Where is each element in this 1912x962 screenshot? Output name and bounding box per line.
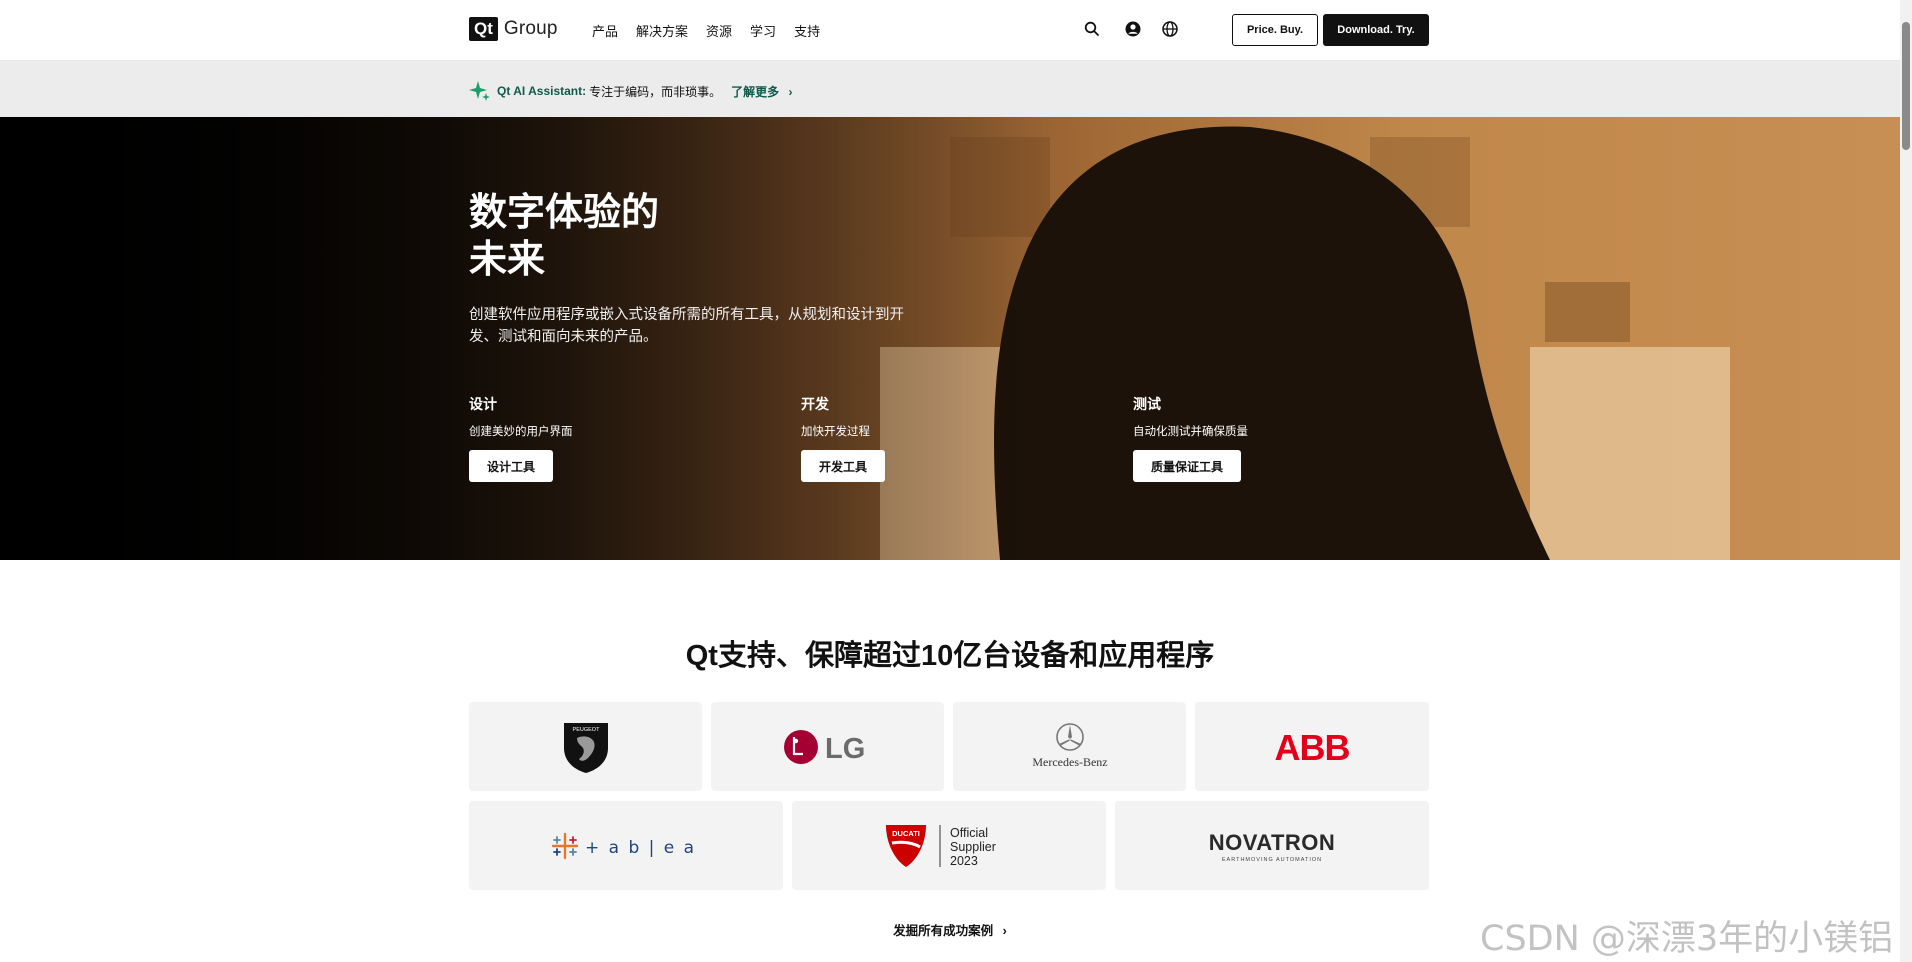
abb-logo: ABB: [1275, 727, 1351, 767]
user-account-icon[interactable]: [1124, 20, 1142, 38]
develop-column: 开发 加快开发过程 开发工具: [801, 394, 1061, 482]
peugeot-logo: PEUGEOT: [563, 722, 608, 773]
learn-more-link[interactable]: 了解更多 ›: [731, 83, 792, 100]
page-scrollbar[interactable]: [1900, 0, 1912, 962]
customers-heading: Qt支持、保障超过10亿台设备和应用程序: [685, 640, 1215, 672]
abb-wordmark: ABB: [1275, 727, 1350, 767]
tableau-logo-tile[interactable]: + a b | e a u: [469, 801, 783, 890]
nav-support[interactable]: 支持: [794, 21, 820, 40]
hero-banner: 数字体验的 未来 创建软件应用程序或嵌入式设备所需的所有工具，从规划和设计到开发…: [0, 117, 1900, 560]
ducati-line-2: Supplier: [950, 840, 996, 854]
peugeot-wordmark: PEUGEOT: [572, 727, 600, 733]
tableau-wordmark: + a b | e a u: [585, 838, 701, 858]
hero-background-image: [0, 117, 1900, 560]
lg-wordmark: LG: [825, 733, 865, 765]
see-all-label: 发掘所有成功案例: [893, 924, 994, 938]
develop-tools-button[interactable]: 开发工具: [801, 450, 886, 482]
sparkle-icon: [469, 81, 490, 101]
nav-products[interactable]: 产品: [592, 21, 618, 40]
qt-group-logo[interactable]: Qt Group: [469, 17, 558, 41]
design-tools-button[interactable]: 设计工具: [469, 450, 554, 482]
novatron-logo-tile[interactable]: NOVATRON EARTHMOVING AUTOMATION: [1115, 801, 1429, 890]
scrollbar-thumb[interactable]: [1902, 22, 1910, 150]
ducati-line-1: Official: [950, 826, 988, 840]
qa-tools-button[interactable]: 质量保证工具: [1133, 450, 1242, 482]
ducati-line-3: 2023: [950, 854, 978, 868]
announcement-label: Qt AI Assistant:: [497, 84, 587, 98]
novatron-tagline: EARTHMOVING AUTOMATION: [1222, 857, 1322, 863]
main-menu: 产品 解决方案 资源 学习 支持: [592, 21, 820, 40]
hero-title: 数字体验的 未来: [469, 192, 660, 281]
lg-logo-tile[interactable]: LG: [711, 702, 944, 791]
chevron-right-icon: ›: [788, 84, 793, 99]
download-try-button[interactable]: Download. Try.: [1323, 14, 1429, 46]
develop-title: 开发: [801, 396, 829, 412]
abb-logo-tile[interactable]: ABB: [1195, 702, 1429, 791]
lg-logo: LG: [783, 729, 865, 765]
mercedes-wordmark: Mercedes-Benz: [1032, 755, 1107, 769]
mercedes-benz-logo: Mercedes-Benz: [1032, 722, 1107, 769]
logo-mark: Qt: [469, 17, 498, 41]
ducati-logo: DUCATI Official Supplier 2023: [886, 824, 996, 868]
test-title: 测试: [1133, 396, 1161, 412]
learn-more-label: 了解更多: [731, 84, 780, 99]
announcement-bar: Qt AI Assistant: 专注于编码，而非琐事。 了解更多 ›: [0, 61, 1900, 117]
price-buy-button[interactable]: Price. Buy.: [1232, 14, 1318, 46]
hero-description: 创建软件应用程序或嵌入式设备所需的所有工具，从规划和设计到开发、测试和面向未来的…: [469, 307, 904, 345]
csdn-watermark: CSDN @深漂3年的小镁铝: [1480, 919, 1894, 959]
test-column: 测试 自动化测试并确保质量 质量保证工具: [1133, 394, 1393, 482]
novatron-logo: NOVATRON EARTHMOVING AUTOMATION: [1209, 830, 1336, 863]
announcement-text: 专注于编码，而非琐事。: [589, 84, 722, 99]
design-column: 设计 创建美妙的用户界面 设计工具: [469, 394, 729, 482]
nav-resources[interactable]: 资源: [706, 21, 732, 40]
nav-solutions[interactable]: 解决方案: [636, 21, 688, 40]
design-title: 设计: [469, 396, 497, 412]
peugeot-logo-tile[interactable]: PEUGEOT: [469, 702, 702, 791]
ducati-logo-tile[interactable]: DUCATI Official Supplier 2023: [792, 801, 1106, 890]
top-navigation: Qt Group 产品 解决方案 资源 学习 支持 Price. Buy. Do…: [0, 0, 1900, 61]
tableau-logo: + a b | e a u: [551, 832, 701, 859]
test-subtitle: 自动化测试并确保质量: [1133, 426, 1248, 438]
search-icon[interactable]: [1083, 20, 1101, 38]
novatron-wordmark: NOVATRON: [1209, 830, 1336, 855]
design-subtitle: 创建美妙的用户界面: [469, 426, 573, 438]
ducati-badge-text: DUCATI: [892, 829, 920, 838]
logo-text: Group: [503, 18, 558, 39]
globe-icon[interactable]: [1161, 20, 1179, 38]
mercedes-logo-tile[interactable]: Mercedes-Benz: [953, 702, 1186, 791]
develop-subtitle: 加快开发过程: [801, 426, 870, 438]
chevron-right-icon: ›: [1002, 924, 1007, 938]
nav-learn[interactable]: 学习: [750, 21, 776, 40]
